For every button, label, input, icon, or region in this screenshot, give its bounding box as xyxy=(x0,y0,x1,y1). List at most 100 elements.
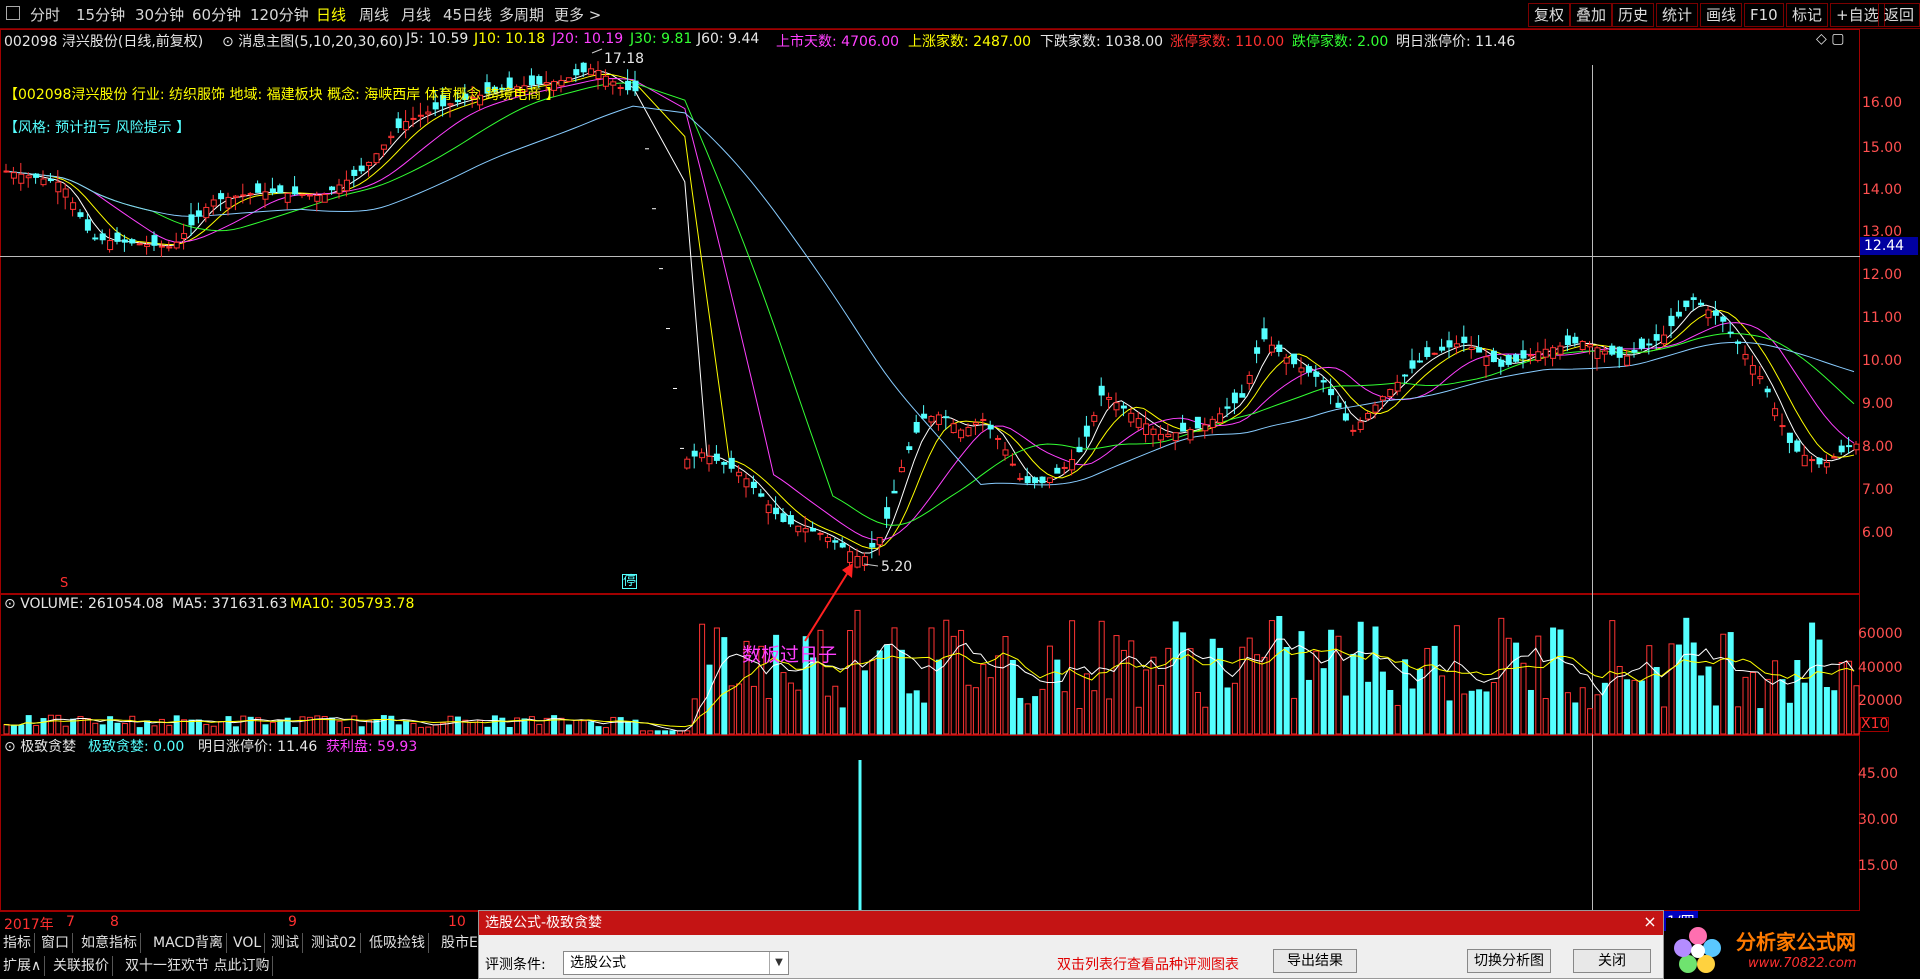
tab-period-monthly[interactable]: 月线 xyxy=(401,4,431,25)
volume-bar xyxy=(1735,706,1742,735)
condition-select[interactable]: 选股公式 ▼ xyxy=(563,951,789,975)
tab-macd-divergence[interactable]: MACD背离 xyxy=(150,933,227,953)
annotation-text: 数板过日子 xyxy=(742,644,838,666)
condition-select-value: 选股公式 xyxy=(570,955,626,971)
indicator-dropdown[interactable]: ⊙ 消息主图(5,10,20,30,60) xyxy=(222,31,403,51)
tab-period-120min[interactable]: 120分钟 xyxy=(250,4,309,25)
tab-expand[interactable]: 扩展∧ xyxy=(0,956,46,976)
candle-body xyxy=(1017,477,1024,480)
indicator-name: 消息主图(5,10,20,30,60) xyxy=(238,34,404,50)
candle-body xyxy=(55,181,62,193)
chevron-down-icon[interactable]: ▼ xyxy=(769,952,788,974)
ma-j20: J20: 10.19 xyxy=(552,31,624,47)
menu-square-icon[interactable] xyxy=(6,6,20,20)
volume-bar xyxy=(602,727,609,735)
tab-test02[interactable]: 测试02 xyxy=(308,933,361,953)
switch-chart-button[interactable]: 切换分析图 xyxy=(1467,949,1551,973)
volume-bar xyxy=(351,715,358,735)
candlestick-series xyxy=(3,61,1860,571)
candle-body xyxy=(1838,445,1845,453)
tab-period-weekly[interactable]: 周线 xyxy=(359,4,389,25)
volume-value: VOLUME: 261054.08 xyxy=(20,596,164,612)
candle-body xyxy=(1009,463,1016,466)
volume-bar xyxy=(277,719,284,735)
volume-bar xyxy=(469,721,476,735)
candle-body xyxy=(1328,388,1335,396)
candle-body xyxy=(1091,415,1098,422)
candle-body xyxy=(1246,374,1253,384)
mark-button[interactable]: 标记 xyxy=(1786,3,1829,27)
chart-collapse-icon[interactable]: ◇ ▢ xyxy=(1816,31,1844,47)
tab-period-60min[interactable]: 60分钟 xyxy=(192,4,241,25)
tab-period-daily[interactable]: 日线 xyxy=(316,4,346,25)
volume-bar xyxy=(639,730,646,735)
limit-down-count: 跌停家数: 2.00 xyxy=(1292,34,1389,50)
candle-body xyxy=(1283,357,1290,364)
price-axis-label: 11.00 xyxy=(1862,310,1903,326)
volume-bar xyxy=(1638,680,1645,735)
tab-vol[interactable]: VOL xyxy=(230,933,266,953)
volume-bar xyxy=(1572,702,1579,735)
tab-period-multi[interactable]: 多周期 xyxy=(499,4,544,25)
volume-bar xyxy=(1446,700,1453,735)
volume-bar xyxy=(588,721,595,735)
tab-related-quote[interactable]: 关联报价 xyxy=(50,956,113,976)
volume-bar xyxy=(454,716,461,735)
candle-body xyxy=(928,416,935,423)
volume-bar xyxy=(1786,702,1793,735)
period-toolbar: 分时 15分钟 30分钟 60分钟 120分钟 日线 周线 月线 45日线 多周… xyxy=(0,0,1920,29)
back-button[interactable]: 返回 xyxy=(1878,3,1920,27)
candle-body xyxy=(1083,425,1090,437)
tab-period-fenshi[interactable]: 分时 xyxy=(30,4,60,25)
tab-window[interactable]: 窗口 xyxy=(38,933,73,953)
volume-bar xyxy=(654,730,661,735)
stock-chart-canvas[interactable] xyxy=(0,29,1920,911)
candle-body xyxy=(1698,302,1705,306)
candle-body xyxy=(1106,396,1113,400)
price-axis-label: 15.00 xyxy=(1862,140,1903,156)
statistics-button[interactable]: 统计 xyxy=(1656,3,1699,27)
add-favorite-button[interactable]: +自选 xyxy=(1830,3,1885,27)
tab-stock-e[interactable]: 股市E xyxy=(438,933,482,953)
candle-body xyxy=(166,246,173,249)
volume-bar xyxy=(166,724,173,735)
close-button[interactable]: 关闭 xyxy=(1573,949,1651,973)
tab-period-15min[interactable]: 15分钟 xyxy=(76,4,125,25)
volume-bar xyxy=(684,730,691,735)
draw-line-button[interactable]: 画线 xyxy=(1700,3,1743,27)
volume-bar xyxy=(625,721,632,735)
candle-body xyxy=(1365,412,1372,420)
volume-bar xyxy=(1468,690,1475,735)
dialog-close-icon[interactable]: × xyxy=(1641,913,1659,931)
candle-body xyxy=(1557,345,1564,355)
history-button[interactable]: 历史 xyxy=(1612,3,1655,27)
tab-low-absorb[interactable]: 低吸捡钱 xyxy=(366,933,429,953)
restore-rights-button[interactable]: 复权 xyxy=(1528,3,1571,27)
tab-period-45day[interactable]: 45日线 xyxy=(443,4,492,25)
overlay-button[interactable]: 叠加 xyxy=(1570,3,1613,27)
volume-bar xyxy=(1705,666,1712,735)
export-button[interactable]: 导出结果 xyxy=(1273,949,1357,973)
volume-bar xyxy=(1342,695,1349,735)
tab-period-more[interactable]: 更多 > xyxy=(554,4,601,25)
tab-promo[interactable]: 双十一狂欢节 点此订购 xyxy=(122,956,274,976)
volume-axis-label: 20000 xyxy=(1858,693,1903,709)
volume-bar xyxy=(1712,705,1719,735)
tab-indicator[interactable]: 指标 xyxy=(0,933,35,953)
f10-button[interactable]: F10 xyxy=(1744,3,1784,27)
tab-ruyi-indicator[interactable]: 如意指标 xyxy=(78,933,141,953)
candle-body xyxy=(965,426,972,437)
candle-body xyxy=(1638,338,1645,349)
date-tick: 8 xyxy=(110,914,119,930)
volume-bar xyxy=(898,649,905,735)
tab-period-30min[interactable]: 30分钟 xyxy=(135,4,184,25)
candle-body xyxy=(417,114,424,117)
candle-body xyxy=(1572,336,1579,344)
candle-body xyxy=(1468,346,1475,351)
volume-bar xyxy=(1409,688,1416,735)
volume-bar xyxy=(861,670,868,735)
candle-body xyxy=(935,414,942,425)
tab-test[interactable]: 测试 xyxy=(268,933,303,953)
volume-bar xyxy=(1564,692,1571,735)
price-axis-label: 9.00 xyxy=(1862,396,1894,412)
